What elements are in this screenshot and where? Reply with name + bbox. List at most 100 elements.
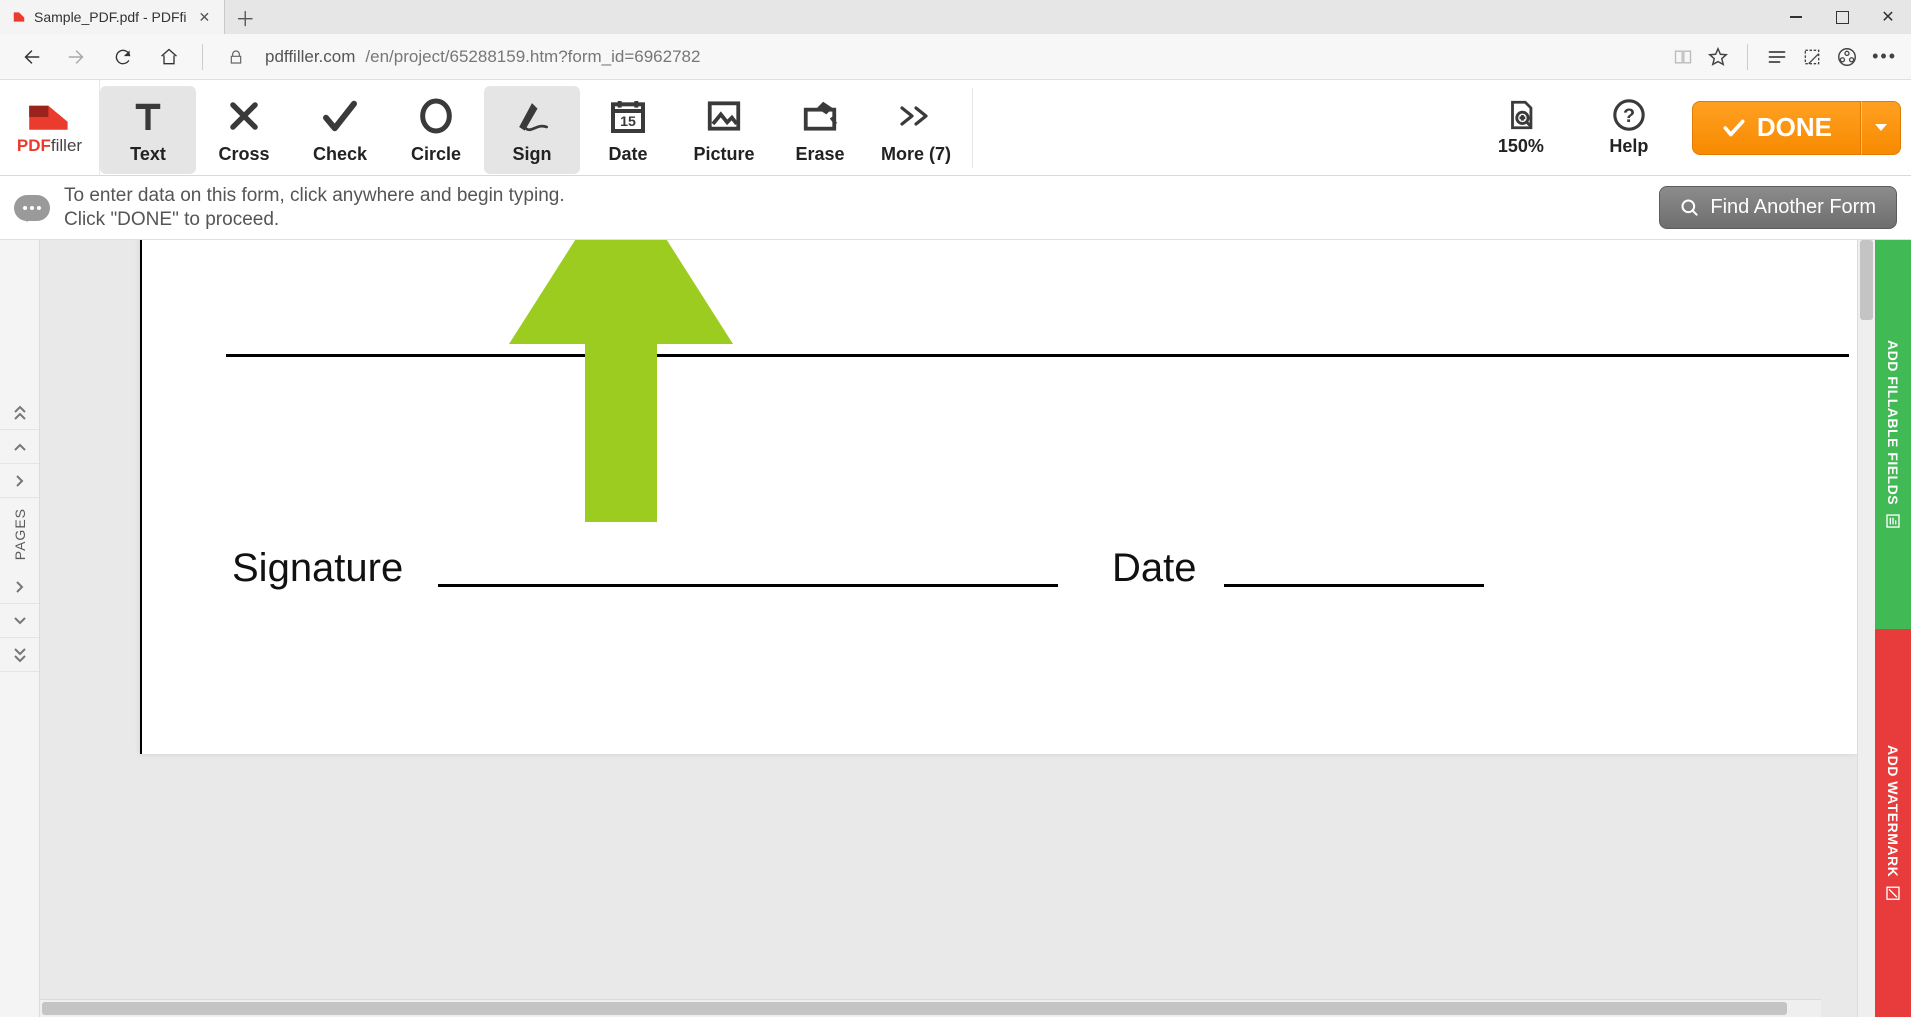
browser-chrome: Sample_PDF.pdf - PDFfi ✕ ＋ ✕ pdffiller.c… xyxy=(0,0,1911,80)
find-another-form-button[interactable]: Find Another Form xyxy=(1659,186,1897,229)
hint-bar: To enter data on this form, click anywhe… xyxy=(0,176,1911,240)
tool-picture-label: Picture xyxy=(693,144,754,165)
maximize-icon xyxy=(1836,11,1849,24)
hub-icon[interactable] xyxy=(1766,47,1788,67)
tool-check[interactable]: Check xyxy=(292,86,388,174)
tool-sign-label: Sign xyxy=(513,144,552,165)
pages-sidebar: PAGES xyxy=(0,240,40,1017)
window-close-button[interactable]: ✕ xyxy=(1865,0,1911,34)
signature-line[interactable] xyxy=(438,584,1058,587)
window-minimize-button[interactable] xyxy=(1773,0,1819,34)
refresh-icon xyxy=(113,47,133,67)
share-icon[interactable] xyxy=(1836,46,1858,68)
chevron-right-icon xyxy=(15,580,25,594)
tool-circle[interactable]: Circle xyxy=(388,86,484,174)
pages-next-button[interactable] xyxy=(0,604,39,638)
zoom-label: 150% xyxy=(1498,136,1544,157)
scrollbar-thumb[interactable] xyxy=(1860,240,1873,320)
done-button-group: DONE xyxy=(1692,101,1901,155)
tool-picture[interactable]: Picture xyxy=(676,86,772,174)
tool-more[interactable]: More (7) xyxy=(868,86,964,174)
browser-home-button[interactable] xyxy=(152,40,186,74)
pages-expand-button[interactable] xyxy=(0,464,39,498)
chevron-double-up-icon xyxy=(13,405,27,421)
tool-date-label: Date xyxy=(608,144,647,165)
window-maximize-button[interactable] xyxy=(1819,0,1865,34)
document-horizontal-rule xyxy=(226,354,1849,357)
done-button[interactable]: DONE xyxy=(1692,101,1861,155)
browser-tab[interactable]: Sample_PDF.pdf - PDFfi ✕ xyxy=(0,0,225,34)
add-fillable-label: ADD FILLABLE FIELDS xyxy=(1885,340,1901,505)
reading-view-icon[interactable] xyxy=(1673,47,1693,67)
favorite-star-icon[interactable] xyxy=(1707,46,1729,68)
browser-forward-button[interactable] xyxy=(60,40,94,74)
zoom-control[interactable]: 150% xyxy=(1476,98,1566,157)
hint-line-2: Click "DONE" to proceed. xyxy=(64,208,565,232)
date-label: Date xyxy=(1112,546,1197,591)
tool-cross-label: Cross xyxy=(218,144,269,165)
form-fields-icon xyxy=(1885,513,1901,529)
browser-back-button[interactable] xyxy=(14,40,48,74)
browser-refresh-button[interactable] xyxy=(106,40,140,74)
signature-label: Signature xyxy=(232,546,403,591)
tool-cross[interactable]: Cross xyxy=(196,86,292,174)
brand-name: PDFfiller xyxy=(17,136,82,156)
sign-icon xyxy=(510,94,554,138)
site-info-button[interactable] xyxy=(219,40,253,74)
arrow-right-icon xyxy=(66,46,88,68)
arrow-left-icon xyxy=(20,46,42,68)
chevron-double-down-icon xyxy=(13,647,27,663)
right-side-rails: ADD FILLABLE FIELDS ADD WATERMARK xyxy=(1875,240,1911,1017)
horizontal-scrollbar[interactable] xyxy=(40,999,1821,1017)
notes-icon[interactable] xyxy=(1802,47,1822,67)
tab-close-icon[interactable]: ✕ xyxy=(195,9,215,26)
address-bar[interactable]: pdffiller.com/en/project/65288159.htm?fo… xyxy=(265,47,1661,67)
tool-text[interactable]: Text xyxy=(100,86,196,174)
minimize-icon xyxy=(1790,16,1802,18)
pdffiller-favicon-icon xyxy=(12,10,26,24)
pages-prev-button[interactable] xyxy=(0,430,39,464)
chevron-up-icon xyxy=(13,442,27,452)
circle-icon xyxy=(414,94,458,138)
address-bar-row: pdffiller.com/en/project/65288159.htm?fo… xyxy=(0,34,1911,80)
erase-icon xyxy=(798,94,842,138)
caret-down-icon xyxy=(1874,123,1888,133)
tab-strip: Sample_PDF.pdf - PDFfi ✕ ＋ ✕ xyxy=(0,0,1911,34)
tool-more-label: More (7) xyxy=(881,144,951,165)
help-label: Help xyxy=(1609,136,1648,157)
browser-right-controls: ••• xyxy=(1673,44,1897,70)
new-tab-button[interactable]: ＋ xyxy=(225,0,265,34)
text-icon xyxy=(126,94,170,138)
find-another-label: Find Another Form xyxy=(1710,196,1876,219)
tab-title: Sample_PDF.pdf - PDFfi xyxy=(34,9,187,25)
more-menu-icon[interactable]: ••• xyxy=(1872,46,1897,67)
pages-collapse-button[interactable] xyxy=(0,570,39,604)
help-control[interactable]: ? Help xyxy=(1584,98,1674,157)
add-watermark-rail[interactable]: ADD WATERMARK xyxy=(1875,629,1911,1017)
chevron-down-icon xyxy=(13,616,27,626)
tool-sign[interactable]: Sign xyxy=(484,86,580,174)
add-fillable-fields-rail[interactable]: ADD FILLABLE FIELDS xyxy=(1875,240,1911,629)
svg-text:?: ? xyxy=(1623,105,1635,127)
tool-date[interactable]: 15 Date xyxy=(580,86,676,174)
hint-line-1: To enter data on this form, click anywhe… xyxy=(64,184,565,208)
pages-last-button[interactable] xyxy=(0,638,39,672)
document-canvas[interactable]: Signature Date xyxy=(40,240,1857,1017)
document-page[interactable]: Signature Date xyxy=(140,240,1857,754)
home-icon xyxy=(159,47,179,67)
zoom-document-icon xyxy=(1504,98,1538,132)
date-line[interactable] xyxy=(1224,584,1484,587)
toolbar-right-group: 150% ? Help DONE xyxy=(1476,80,1911,175)
pages-first-button[interactable] xyxy=(0,396,39,430)
pages-label: PAGES xyxy=(12,508,28,560)
tool-erase[interactable]: Erase xyxy=(772,86,868,174)
vertical-scrollbar[interactable] xyxy=(1857,240,1875,1017)
picture-icon xyxy=(702,94,746,138)
brand-logo-area[interactable]: PDFfiller xyxy=(0,80,100,175)
tool-check-label: Check xyxy=(313,144,367,165)
tool-text-label: Text xyxy=(130,144,166,165)
done-dropdown[interactable] xyxy=(1861,101,1901,155)
scrollbar-thumb[interactable] xyxy=(42,1002,1787,1015)
cross-icon xyxy=(222,94,266,138)
tool-circle-label: Circle xyxy=(411,144,461,165)
